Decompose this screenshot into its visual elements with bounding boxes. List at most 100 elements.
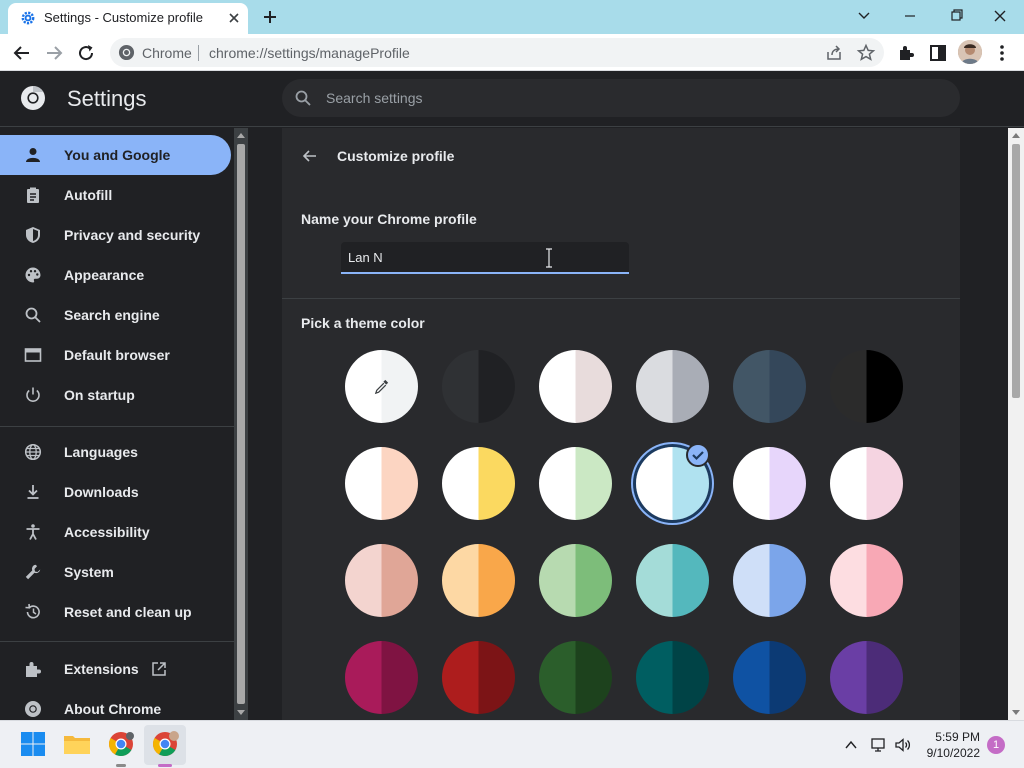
theme-color-swatch[interactable] <box>539 544 612 617</box>
sidebar-item-accessibility[interactable]: Accessibility <box>0 512 231 552</box>
url-text[interactable]: chrome://settings/manageProfile <box>209 45 410 61</box>
search-icon <box>295 90 311 106</box>
new-tab-plus-icon[interactable] <box>260 7 280 27</box>
accessibility-icon <box>26 524 40 540</box>
sidebar-item-label: Accessibility <box>64 524 150 540</box>
chrome-profile-taskbar-icon[interactable] <box>150 729 180 759</box>
theme-color-swatch[interactable] <box>733 350 806 423</box>
scroll-up-arrow-icon[interactable] <box>237 132 245 138</box>
theme-color-grid <box>282 128 960 720</box>
theme-color-swatch[interactable] <box>345 544 418 617</box>
address-bar[interactable]: Chrome chrome://settings/manageProfile <box>110 38 884 67</box>
chrome-site-icon <box>118 44 135 61</box>
theme-color-swatch[interactable] <box>442 350 515 423</box>
theme-color-swatch[interactable] <box>442 544 515 617</box>
chevron-down-icon[interactable] <box>846 4 882 28</box>
theme-color-swatch[interactable] <box>539 350 612 423</box>
clock-date[interactable]: 9/10/2022 <box>920 746 980 760</box>
sidebar-item-label: Search engine <box>64 307 160 323</box>
theme-color-swatch[interactable] <box>539 641 612 714</box>
sidebar-item-extensions[interactable]: Extensions <box>0 649 231 689</box>
theme-color-swatch[interactable] <box>830 350 903 423</box>
sidebar-item-about-chrome[interactable]: About Chrome <box>0 689 231 720</box>
main-scrollbar-thumb[interactable] <box>1012 144 1020 398</box>
window-close-icon[interactable] <box>982 4 1018 28</box>
sidebar-item-appearance[interactable]: Appearance <box>0 255 231 295</box>
theme-color-swatch[interactable] <box>442 641 515 714</box>
sidebar-scrollbar[interactable] <box>234 128 248 720</box>
back-icon[interactable] <box>10 41 34 65</box>
sidebar-item-system[interactable]: System <box>0 552 231 592</box>
side-panel-icon[interactable] <box>926 41 950 65</box>
active-app-indicator <box>158 764 172 767</box>
theme-color-swatch[interactable] <box>733 447 806 520</box>
theme-color-swatch[interactable] <box>733 641 806 714</box>
omnibox-separator <box>198 45 199 61</box>
theme-color-swatch[interactable] <box>636 350 709 423</box>
active-tab[interactable]: Settings - Customize profile <box>8 3 248 34</box>
theme-color-swatch[interactable] <box>636 641 709 714</box>
sidebar-item-on-startup[interactable]: On startup <box>0 375 231 415</box>
notification-badge[interactable]: 1 <box>987 736 1005 754</box>
globe-icon <box>24 443 42 461</box>
open-in-new-icon <box>152 662 166 676</box>
person-icon <box>26 148 40 162</box>
theme-color-swatch[interactable] <box>539 447 612 520</box>
theme-color-swatch[interactable] <box>345 447 418 520</box>
palette-icon <box>25 267 41 283</box>
shield-icon <box>26 227 40 243</box>
tab-title: Settings - Customize profile <box>44 10 203 25</box>
chrome-icon <box>25 701 41 717</box>
theme-color-swatch[interactable] <box>345 641 418 714</box>
windows-start-icon[interactable] <box>18 729 48 759</box>
sidebar-item-label: Privacy and security <box>64 227 201 243</box>
scroll-down-arrow-icon[interactable] <box>1012 710 1020 716</box>
scroll-up-arrow-icon[interactable] <box>1012 132 1020 138</box>
volume-icon[interactable] <box>894 736 912 754</box>
chrome-taskbar-icon[interactable] <box>106 729 136 759</box>
power-icon <box>26 387 40 402</box>
sidebar-item-languages[interactable]: Languages <box>0 432 231 472</box>
restore-icon[interactable] <box>938 4 974 28</box>
theme-color-swatch[interactable] <box>830 641 903 714</box>
file-explorer-icon[interactable] <box>62 729 92 759</box>
profile-avatar[interactable] <box>958 40 982 64</box>
minimize-icon[interactable] <box>892 4 928 28</box>
scroll-down-arrow-icon[interactable] <box>237 710 245 716</box>
sidebar-item-downloads[interactable]: Downloads <box>0 472 231 512</box>
star-icon[interactable] <box>856 43 876 63</box>
custom-color-swatch[interactable] <box>345 350 418 423</box>
browser-window-icon <box>24 348 42 362</box>
sidebar-item-autofill[interactable]: Autofill <box>0 175 231 215</box>
sidebar-item-you-and-google[interactable]: You and Google <box>0 135 231 175</box>
sidebar-item-privacy-and-security[interactable]: Privacy and security <box>0 215 231 255</box>
network-icon[interactable] <box>870 736 888 754</box>
theme-color-swatch[interactable] <box>636 544 709 617</box>
search-settings-input[interactable]: Search settings <box>282 79 960 117</box>
theme-color-swatch[interactable] <box>830 544 903 617</box>
clock-time[interactable]: 5:59 PM <box>930 730 980 744</box>
main-scrollbar[interactable] <box>1008 128 1024 720</box>
forward-icon[interactable] <box>42 41 66 65</box>
windows-taskbar: 5:59 PM 9/10/2022 1 <box>0 720 1024 768</box>
chevron-up-icon[interactable] <box>844 738 858 752</box>
history-icon <box>25 603 40 619</box>
sidebar-item-search-engine[interactable]: Search engine <box>0 295 231 335</box>
gear-icon <box>21 11 35 25</box>
theme-color-swatch[interactable] <box>733 544 806 617</box>
sidebar-item-reset-and-clean-up[interactable]: Reset and clean up <box>0 592 231 632</box>
share-icon[interactable] <box>824 43 844 63</box>
sidebar-item-label: About Chrome <box>64 701 162 717</box>
sidebar-item-default-browser[interactable]: Default browser <box>0 335 231 375</box>
more-vert-icon[interactable] <box>990 41 1014 65</box>
reload-icon[interactable] <box>74 41 98 65</box>
download-icon <box>27 485 39 499</box>
theme-color-swatch[interactable] <box>442 447 515 520</box>
sidebar-scrollbar-thumb[interactable] <box>237 144 245 704</box>
theme-color-swatch[interactable] <box>830 447 903 520</box>
close-icon[interactable] <box>225 9 243 27</box>
puzzle-icon[interactable] <box>894 41 918 65</box>
running-app-indicator <box>116 764 126 767</box>
chrome-logo-icon <box>21 86 45 110</box>
wrench-icon <box>25 564 41 580</box>
